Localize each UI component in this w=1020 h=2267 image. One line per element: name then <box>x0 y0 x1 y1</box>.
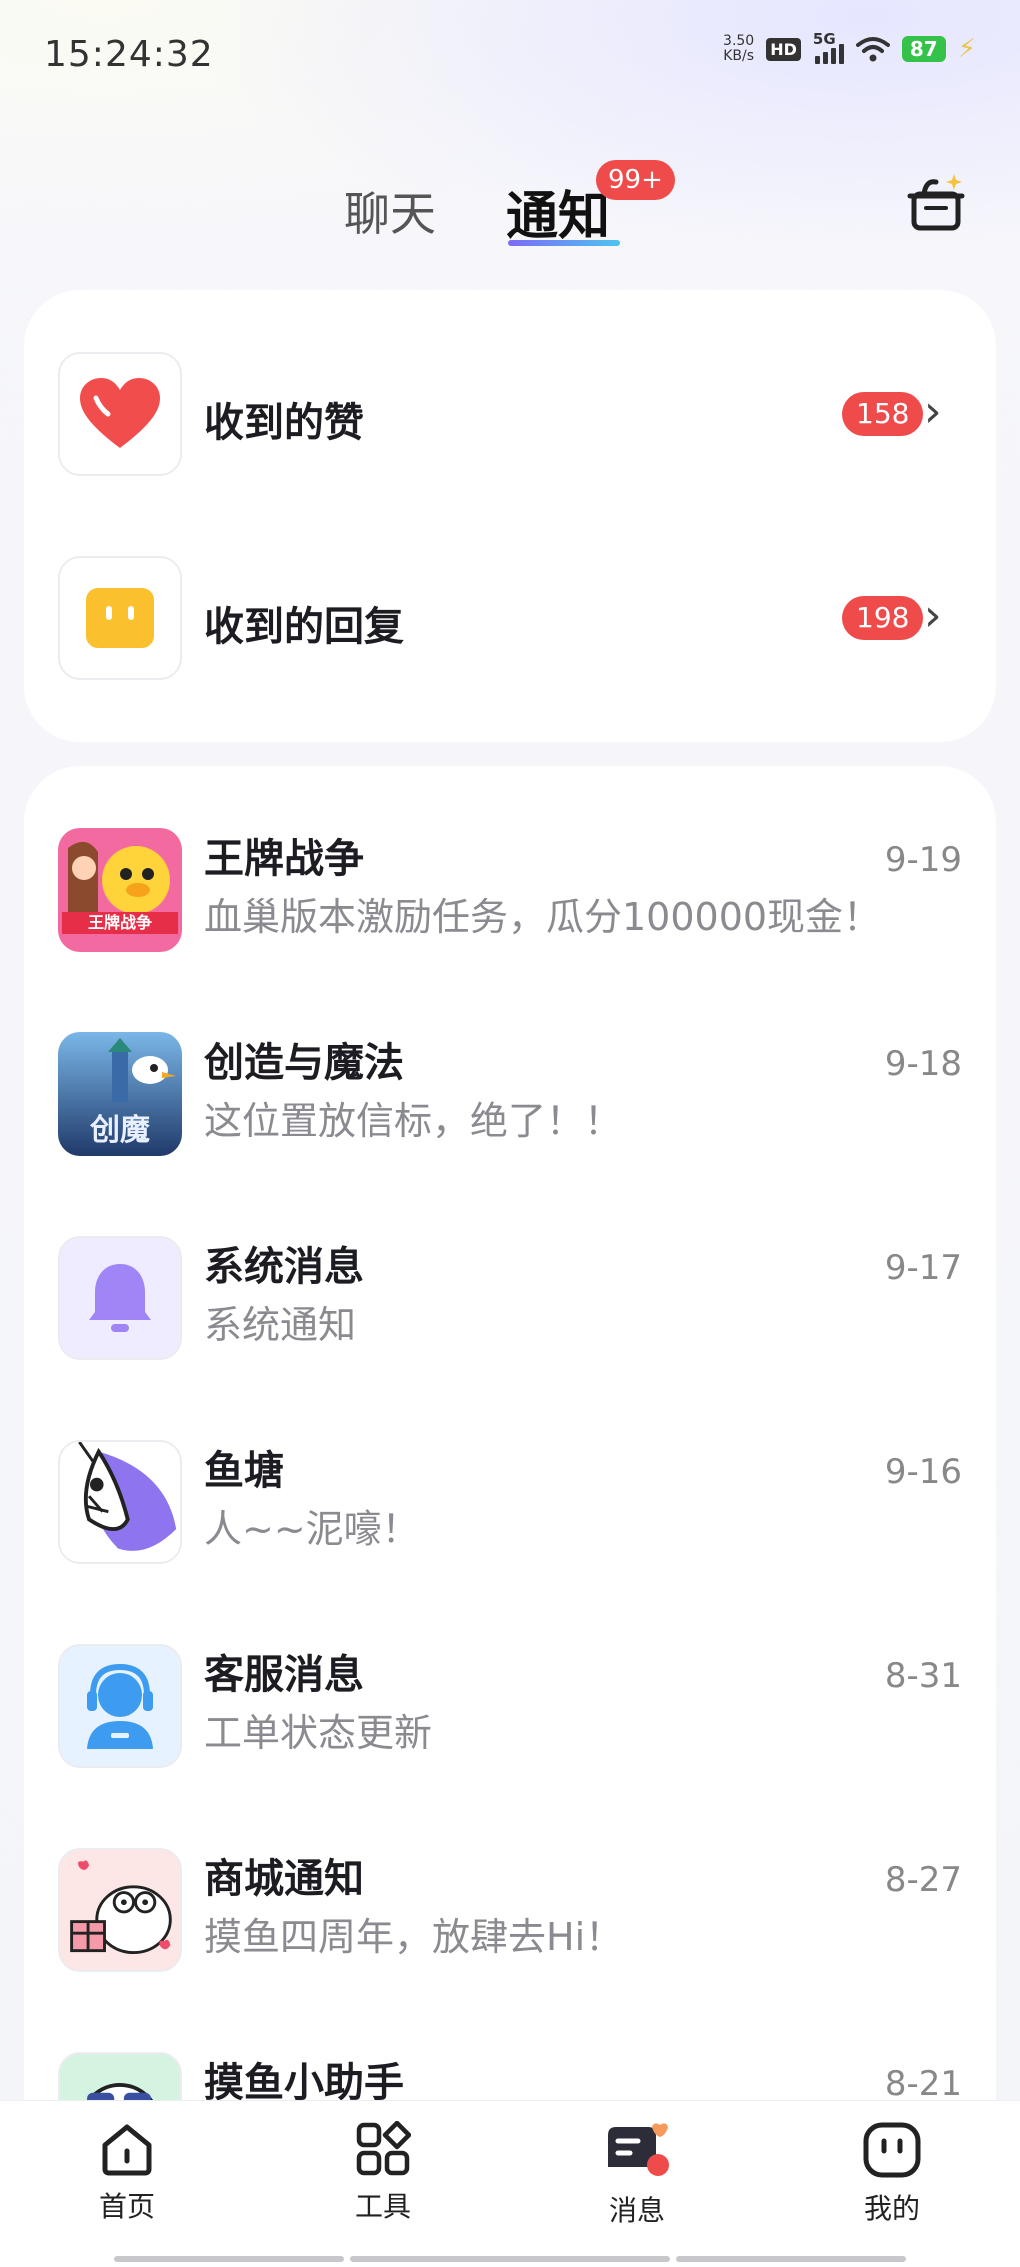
game-wangpai-icon: 王牌战争 <box>58 828 182 952</box>
mall-icon <box>58 1848 182 1972</box>
item-date: 9-17 <box>884 1248 962 1288</box>
home-icon <box>102 2124 152 2176</box>
notification-list: 王牌战争 王牌战争 9-19 血巢版本激励任务，瓜分100000现金！ 创魔 创… <box>24 766 996 2267</box>
nav-tools-label: 工具 <box>354 2190 411 2223</box>
wifi-icon <box>855 37 890 62</box>
reply-icon <box>58 556 182 680</box>
item-subtitle: 工单状态更新 <box>204 1711 433 1755</box>
item-subtitle: 血巢版本激励任务，瓜分100000现金！ <box>204 895 882 939</box>
item-title: 系统消息 <box>204 1244 364 1290</box>
replies-count-badge: 198 <box>842 596 924 640</box>
battery-icon: 87 <box>901 36 946 62</box>
item-subtitle: 系统通知 <box>204 1303 357 1347</box>
profile-icon <box>863 2122 921 2178</box>
item-subtitle: 摸鱼四周年，放肆去Hi！ <box>204 1915 624 1959</box>
hd-icon: HD <box>766 37 801 61</box>
list-item[interactable]: 创魔 创造与魔法 9-18 这位置放信标，绝了！！ <box>24 1032 996 1172</box>
network-speed: 3.50 KB/s <box>723 33 755 64</box>
item-subtitle: 人~~泥嚎！ <box>204 1507 420 1551</box>
item-date: 8-21 <box>884 2064 962 2104</box>
chevron-right-icon: › <box>924 386 942 437</box>
item-date: 9-16 <box>884 1452 962 1492</box>
item-title: 王牌战争 <box>204 836 364 882</box>
likes-count-badge: 158 <box>842 392 924 436</box>
replies-title: 收到的回复 <box>204 604 404 650</box>
bottom-navigation: 首页 工具 消息 我的 <box>0 2100 1020 2267</box>
customer-service-icon <box>58 1644 182 1768</box>
nav-home-label: 首页 <box>98 2190 155 2223</box>
nav-home[interactable]: 首页 <box>47 2121 207 2225</box>
replies-row[interactable]: 收到的回复 198 › <box>24 556 996 696</box>
gesture-bar <box>676 2256 906 2262</box>
list-item[interactable]: 系统消息 9-17 系统通知 <box>24 1236 996 1376</box>
game-chuangmo-icon: 创魔 <box>58 1032 182 1156</box>
item-title: 鱼塘 <box>204 1448 284 1494</box>
item-date: 8-31 <box>884 1656 962 1696</box>
bell-icon <box>58 1236 182 1360</box>
item-subtitle: 这位置放信标，绝了！！ <box>204 1099 623 1143</box>
nav-messages[interactable]: 消息 <box>557 2121 717 2229</box>
message-icon <box>608 2123 669 2176</box>
status-time: 15:24:32 <box>44 34 214 75</box>
nav-messages-label: 消息 <box>608 2194 665 2227</box>
basket-icon[interactable] <box>904 172 968 236</box>
item-title: 客服消息 <box>204 1652 364 1698</box>
item-date: 9-19 <box>884 840 962 880</box>
status-icons: 3.50 KB/s HD 5G 87 ⚡ <box>723 30 976 64</box>
fish-icon <box>58 1440 182 1564</box>
list-item[interactable]: 鱼塘 9-16 人~~泥嚎！ <box>24 1440 996 1580</box>
gesture-bar <box>114 2256 344 2262</box>
notification-badge: 99+ <box>596 160 675 200</box>
svg-text:王牌战争: 王牌战争 <box>88 913 152 932</box>
header-tabs: 聊天 通知 99+ <box>0 160 1020 260</box>
tab-chat[interactable]: 聊天 <box>344 178 436 244</box>
list-item[interactable]: 客服消息 8-31 工单状态更新 <box>24 1644 996 1784</box>
cellular-signal-icon: 5G <box>813 30 844 64</box>
interaction-summary-card: 收到的赞 158 › 收到的回复 198 › <box>24 290 996 742</box>
active-tab-indicator <box>508 240 620 246</box>
list-item[interactable]: 王牌战争 王牌战争 9-19 血巢版本激励任务，瓜分100000现金！ <box>24 828 996 968</box>
chevron-right-icon: › <box>924 590 942 641</box>
gesture-bar <box>350 2256 670 2262</box>
item-title: 商城通知 <box>204 1856 364 1902</box>
likes-row[interactable]: 收到的赞 158 › <box>24 352 996 492</box>
item-date: 9-18 <box>884 1044 962 1084</box>
tab-notifications[interactable]: 通知 <box>506 174 610 249</box>
nav-profile[interactable]: 我的 <box>812 2121 972 2227</box>
likes-title: 收到的赞 <box>204 400 364 446</box>
nav-tools[interactable]: 工具 <box>303 2121 463 2225</box>
status-bar: 15:24:32 3.50 KB/s HD 5G 87 ⚡ <box>0 0 1020 110</box>
tools-icon <box>356 2121 411 2176</box>
heart-icon <box>58 352 182 476</box>
item-title: 创造与魔法 <box>204 1040 404 1086</box>
item-date: 8-27 <box>884 1860 962 1900</box>
svg-text:创魔: 创魔 <box>89 1113 150 1148</box>
charging-icon: ⚡ <box>957 34 976 64</box>
list-item[interactable]: 商城通知 8-27 摸鱼四周年，放肆去Hi！ <box>24 1848 996 1988</box>
nav-profile-label: 我的 <box>863 2192 920 2225</box>
